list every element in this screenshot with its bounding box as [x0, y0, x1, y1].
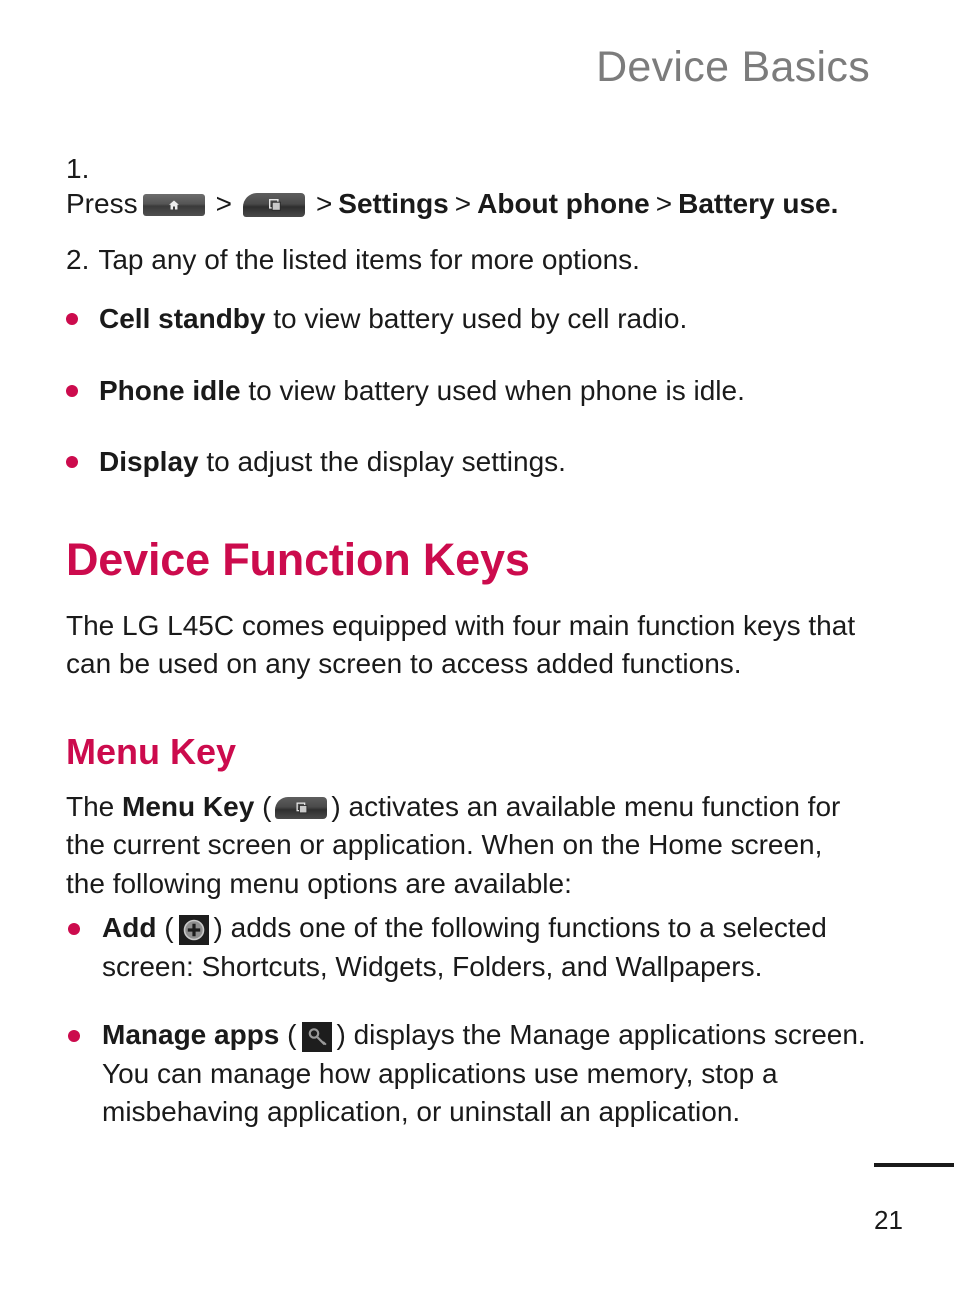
- bullet-rest: adds one of the following functions to a…: [102, 912, 827, 982]
- section-heading-device-function-keys: Device Function Keys: [66, 534, 530, 586]
- step-2: 2. Tap any of the listed items for more …: [66, 243, 866, 278]
- running-header: Device Basics: [596, 43, 870, 91]
- bullet-term: Phone idle: [99, 374, 241, 406]
- step-1-battery-use: Battery use.: [678, 187, 839, 219]
- bullet-term: Display: [99, 445, 199, 477]
- step-2-number: 2.: [66, 244, 90, 276]
- footer-divider-rule: [874, 1163, 954, 1167]
- step-1-text: Press > > Settings > About phone > Battery use.: [66, 187, 838, 222]
- bullet-paren-open: (: [164, 912, 174, 944]
- document-page: Device Basics 1. Press > > Settings > About p…: [0, 0, 954, 1291]
- menu-key-text-before: The: [66, 790, 123, 822]
- step-1-separator-4: >: [655, 187, 673, 219]
- list-item: Cell standby to view battery used by cel…: [66, 300, 866, 338]
- step-2-text: Tap any of the listed items for more opt…: [98, 244, 640, 276]
- menu-key-bold-term: Menu Key: [122, 790, 255, 822]
- manage-apps-wrench-icon: [301, 1021, 332, 1052]
- page-content: 1. Press > > Settings > About phone > Battery u…: [66, 152, 866, 1161]
- bullet-term: Manage apps: [102, 1019, 280, 1051]
- menu-key-paragraph: The Menu Key () activates an available m…: [66, 788, 866, 904]
- bullet-term: Add: [102, 912, 157, 944]
- menu-key-paren-open: (: [262, 790, 272, 822]
- step-1-settings: Settings: [338, 187, 449, 219]
- step-1-separator-2: >: [315, 187, 333, 219]
- battery-options-list: Cell standby to view battery used by cel…: [66, 300, 866, 481]
- menu-key-paren-close: ): [331, 790, 341, 822]
- list-item: Add () adds one of the following functio…: [66, 909, 866, 986]
- menu-options-list: Add () adds one of the following functio…: [66, 909, 866, 1131]
- bullet-rest: to adjust the display settings.: [198, 445, 566, 477]
- step-1-lead: Press: [66, 187, 138, 219]
- bullet-term: Cell standby: [99, 303, 266, 335]
- home-key-icon: [142, 194, 205, 217]
- step-1-separator-3: >: [454, 187, 472, 219]
- list-item: Phone idle to view battery used when pho…: [66, 372, 866, 410]
- add-plus-icon: [178, 915, 209, 946]
- step-1: 1. Press > > Settings > About phone > Battery u…: [66, 152, 866, 221]
- bullet-rest: to view battery used by cell radio.: [265, 303, 688, 335]
- bullet-paren-close: ): [213, 912, 223, 944]
- menu-key-icon: [275, 797, 328, 820]
- section-body-paragraph: The LG L45C comes equipped with four mai…: [66, 609, 856, 680]
- list-item: Manage apps () displays the Manage appli…: [66, 1016, 866, 1131]
- bullet-paren-close: ): [336, 1019, 346, 1051]
- bullet-paren-open: (: [287, 1019, 297, 1051]
- menu-key-icon: [242, 193, 305, 218]
- bullet-rest: to view battery used when phone is idle.: [240, 374, 745, 406]
- subsection-heading-menu-key: Menu Key: [66, 730, 237, 772]
- step-1-number: 1.: [66, 153, 90, 184]
- step-1-about-phone: About phone: [477, 187, 650, 219]
- step-1-separator-1: >: [215, 187, 232, 219]
- page-number: 21: [874, 1205, 903, 1235]
- list-item: Display to adjust the display settings.: [66, 443, 866, 481]
